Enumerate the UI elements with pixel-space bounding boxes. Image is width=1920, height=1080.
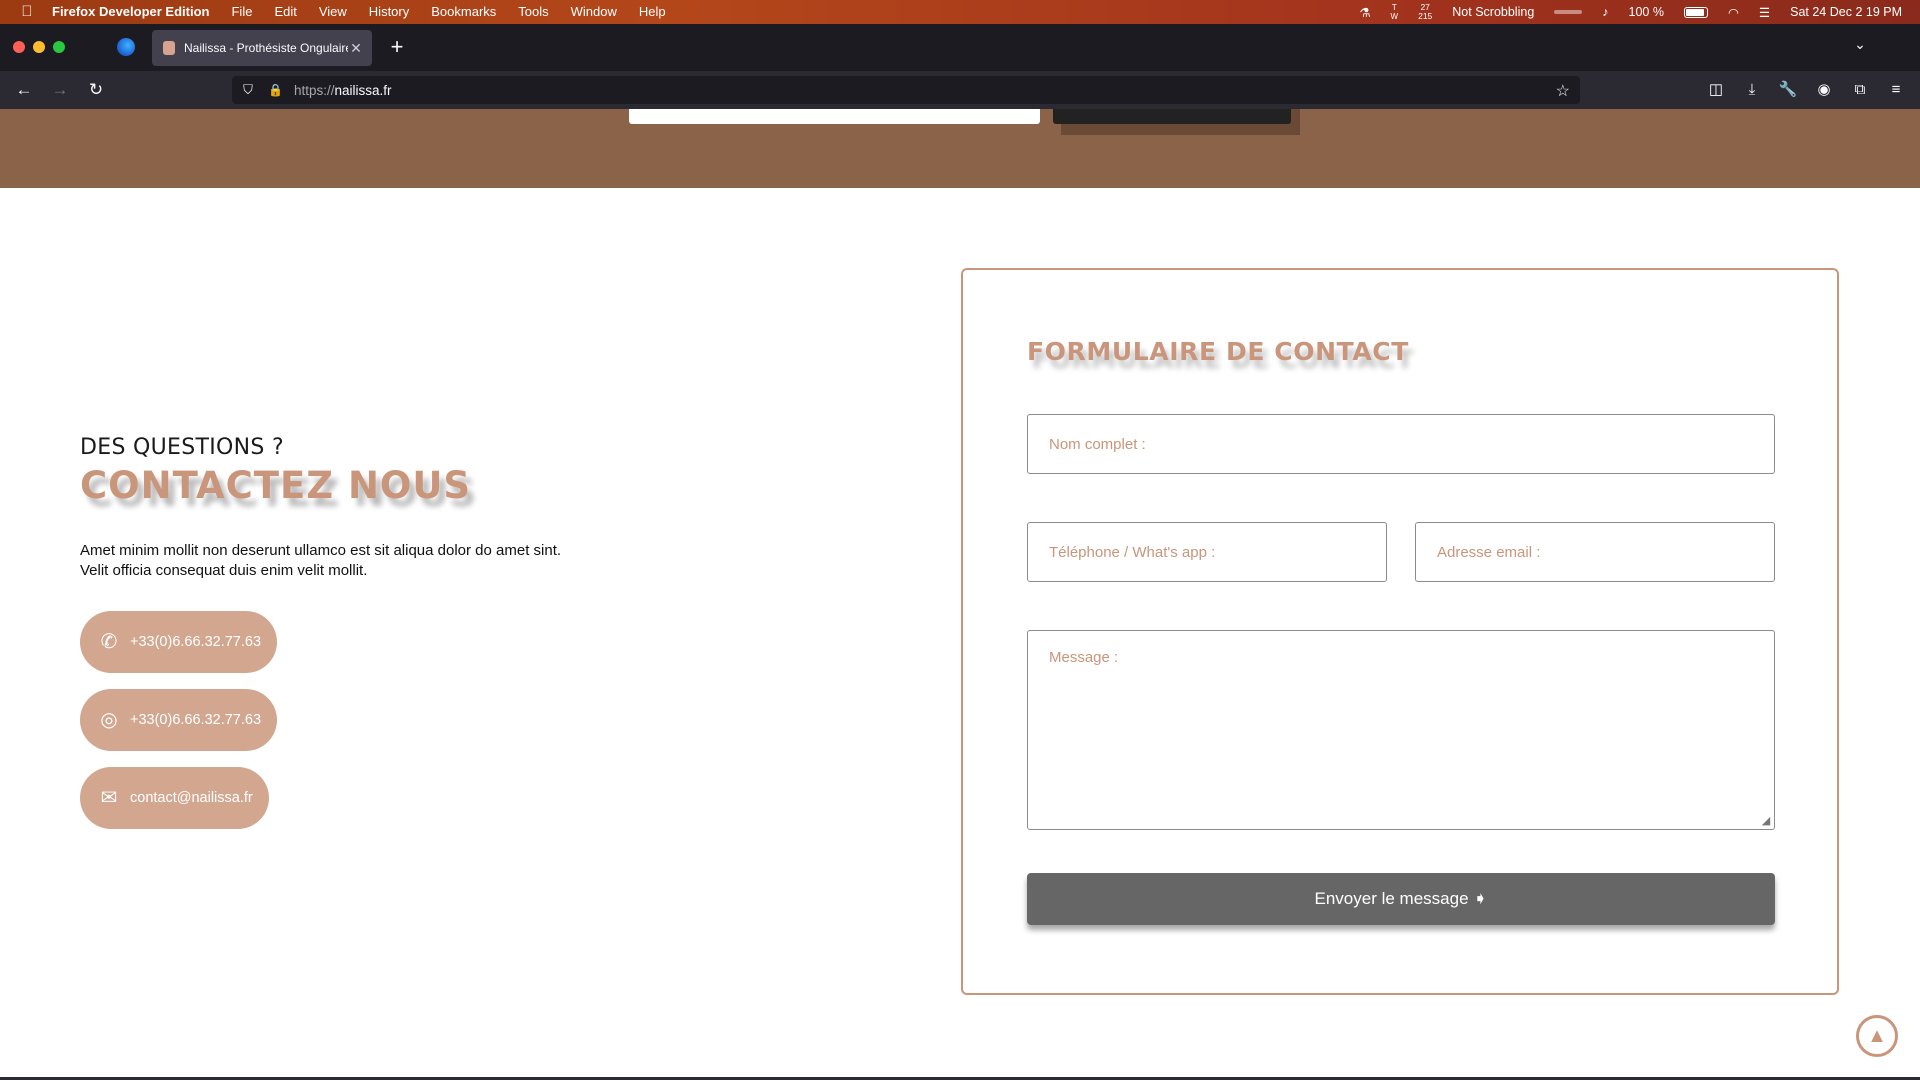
- page-viewport: DES QUESTIONS ? CONTACTEZ NOUS Amet mini…: [0, 109, 1920, 1080]
- whatsapp-number: +33(0)6.66.32.77.63: [130, 712, 262, 728]
- contact-title: CONTACTEZ NOUS: [80, 464, 472, 507]
- padlock-icon[interactable]: 🔒: [268, 83, 283, 97]
- apple-icon[interactable]: : [18, 0, 36, 24]
- menubar-datetime[interactable]: Sat 24 Dec 2 19 PM: [1790, 5, 1902, 19]
- scrobble-status[interactable]: Not Scrobbling: [1452, 5, 1534, 19]
- window-close-button[interactable]: [13, 41, 25, 53]
- address-bar[interactable]: ⛉ 🔒 https:// nailissa.fr ☆: [232, 76, 1580, 104]
- macos-menu-bar:  Firefox Developer Edition File Edit Vi…: [0, 0, 1920, 24]
- stats-bottom: 215: [1418, 11, 1433, 21]
- resize-grip-icon[interactable]: ◢: [1760, 815, 1772, 827]
- menu-app-name[interactable]: Firefox Developer Edition: [52, 0, 209, 24]
- new-tab-button[interactable]: +: [386, 34, 408, 60]
- contact-intro: DES QUESTIONS ? CONTACTEZ NOUS Amet mini…: [80, 435, 600, 581]
- battery-percent[interactable]: 100 %: [1629, 5, 1664, 19]
- email-input[interactable]: [1415, 522, 1775, 582]
- whatsapp-icon: ◎: [100, 709, 118, 731]
- newsletter-input[interactable]: [629, 109, 1040, 124]
- menu-edit[interactable]: Edit: [274, 0, 296, 24]
- url-host: nailissa.fr: [334, 82, 392, 98]
- firefox-view-icon[interactable]: [117, 38, 135, 56]
- bookmark-star-icon[interactable]: ☆: [1556, 81, 1570, 101]
- extensions-icon[interactable]: ⧉: [1848, 78, 1872, 102]
- list-all-tabs-icon[interactable]: ⌄: [1850, 36, 1870, 56]
- tw-bottom: W: [1390, 12, 1399, 21]
- downloads-icon[interactable]: ⤓: [1740, 78, 1764, 102]
- wifi-icon[interactable]: ◠: [1728, 5, 1739, 20]
- account-icon[interactable]: ◉: [1812, 78, 1836, 102]
- envelope-icon: ✉: [100, 787, 118, 809]
- stats-indicator[interactable]: 27 215: [1418, 3, 1432, 21]
- back-to-top-icon[interactable]: ▲: [1856, 1015, 1898, 1057]
- forward-button[interactable]: →: [48, 78, 72, 102]
- send-message-button[interactable]: Envoyer le message ➧: [1027, 873, 1775, 925]
- phone-number: +33(0)6.66.32.77.63: [130, 634, 262, 650]
- newsletter-band: [0, 109, 1920, 188]
- contact-kicker: DES QUESTIONS ?: [80, 435, 284, 460]
- menu-view[interactable]: View: [319, 0, 347, 24]
- phone-icon: ✆: [100, 631, 118, 653]
- wrench-icon[interactable]: 🔧: [1776, 78, 1800, 102]
- tw-top: T: [1391, 3, 1397, 12]
- window-zoom-button[interactable]: [53, 41, 65, 53]
- slider-pill-icon[interactable]: [1554, 10, 1583, 14]
- app-menu-icon[interactable]: ≡: [1884, 78, 1908, 102]
- contact-lead: Amet minim mollit non deserunt ullamco e…: [80, 542, 562, 579]
- phone-input[interactable]: [1027, 522, 1387, 582]
- flask-icon[interactable]: ⚗: [1359, 5, 1370, 20]
- menu-history[interactable]: History: [369, 0, 409, 24]
- tab-title: Nailissa - Prothésiste Ongulaire: [184, 41, 348, 55]
- url-protocol: https://: [294, 82, 335, 98]
- menu-tools[interactable]: Tools: [518, 0, 548, 24]
- battery-icon[interactable]: [1683, 6, 1708, 18]
- contact-form: FORMULAIRE DE CONTACT ◢ Envoyer le messa…: [961, 268, 1839, 995]
- message-textarea[interactable]: [1027, 630, 1775, 830]
- music-note-icon[interactable]: ♪: [1602, 5, 1608, 19]
- active-tab[interactable]: Nailissa - Prothésiste Ongulaire ✕: [152, 30, 372, 66]
- phone-button[interactable]: ✆ +33(0)6.66.32.77.63: [80, 611, 278, 673]
- full-name-input[interactable]: [1027, 414, 1775, 474]
- window-minimize-button[interactable]: [33, 41, 45, 53]
- form-title: FORMULAIRE DE CONTACT: [1027, 337, 1409, 366]
- email-button[interactable]: ✉ contact@nailissa.fr: [80, 767, 269, 829]
- menu-help[interactable]: Help: [639, 0, 666, 24]
- whatsapp-button[interactable]: ◎ +33(0)6.66.32.77.63: [80, 689, 278, 751]
- email-address: contact@nailissa.fr: [130, 790, 253, 806]
- menu-bookmarks[interactable]: Bookmarks: [431, 0, 496, 24]
- control-center-icon[interactable]: ☰: [1759, 5, 1770, 20]
- back-button[interactable]: ←: [12, 78, 36, 102]
- newsletter-submit-button[interactable]: [1053, 109, 1291, 124]
- tab-favicon: [163, 41, 175, 55]
- menu-window[interactable]: Window: [571, 0, 617, 24]
- tw-indicator[interactable]: T W: [1391, 3, 1399, 21]
- pocket-icon[interactable]: ◫: [1704, 78, 1728, 102]
- reload-button[interactable]: ↻: [84, 78, 108, 102]
- menu-file[interactable]: File: [231, 0, 252, 24]
- tab-close-icon[interactable]: ✕: [348, 40, 364, 57]
- tracking-protection-shield-icon[interactable]: ⛉: [240, 82, 256, 98]
